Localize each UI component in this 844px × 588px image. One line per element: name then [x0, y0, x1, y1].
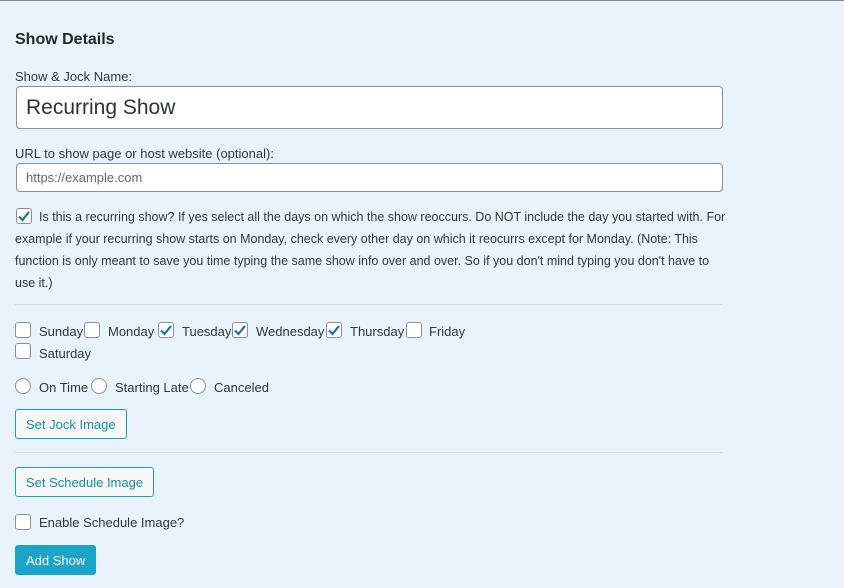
day-friday-checkbox[interactable]	[406, 322, 422, 338]
set-schedule-image-button[interactable]: Set Schedule Image	[15, 467, 155, 497]
section-title: Show Details	[15, 31, 115, 48]
day-friday-label: Friday	[429, 324, 466, 339]
name-field-label: Show & Jock Name:	[15, 69, 133, 84]
status-canceled-radio[interactable]	[190, 378, 206, 394]
divider	[15, 304, 722, 305]
url-field-label: URL to show page or host website (option…	[15, 146, 274, 161]
day-tuesday-label: Tuesday	[182, 324, 232, 339]
day-monday-label: Monday	[108, 324, 155, 339]
divider	[15, 452, 722, 453]
day-saturday-checkbox[interactable]	[15, 343, 31, 359]
day-sunday-label: Sunday	[39, 324, 84, 339]
day-tuesday-checkbox[interactable]	[158, 322, 174, 338]
day-saturday-label: Saturday	[39, 346, 92, 361]
day-thursday-label: Thursday	[350, 324, 405, 339]
day-sunday-checkbox[interactable]	[15, 322, 31, 338]
add-show-button[interactable]: Add Show	[15, 545, 97, 575]
checkmark-icon	[234, 325, 246, 336]
status-starting-late-label: Starting Late	[115, 380, 189, 395]
checkmark-icon	[328, 325, 340, 336]
checkmark-icon	[160, 325, 172, 336]
show-name-input[interactable]	[16, 86, 723, 129]
day-wednesday-checkbox[interactable]	[232, 322, 248, 338]
status-canceled-label: Canceled	[214, 380, 269, 395]
enable-schedule-image-checkbox[interactable]	[15, 514, 31, 530]
day-thursday-checkbox[interactable]	[326, 322, 342, 338]
day-monday-checkbox[interactable]	[84, 322, 100, 338]
day-wednesday-label: Wednesday	[256, 324, 325, 339]
enable-schedule-image-label: Enable Schedule Image?	[39, 515, 185, 530]
status-starting-late-radio[interactable]	[91, 378, 107, 394]
status-on-time-label: On Time	[39, 380, 89, 395]
set-jock-image-button[interactable]: Set Jock Image	[15, 409, 127, 439]
top-border	[0, 0, 844, 1]
status-on-time-radio[interactable]	[15, 378, 31, 394]
recurring-description: Is this a recurring show? If yes select …	[15, 210, 726, 290]
url-input[interactable]	[16, 163, 723, 192]
